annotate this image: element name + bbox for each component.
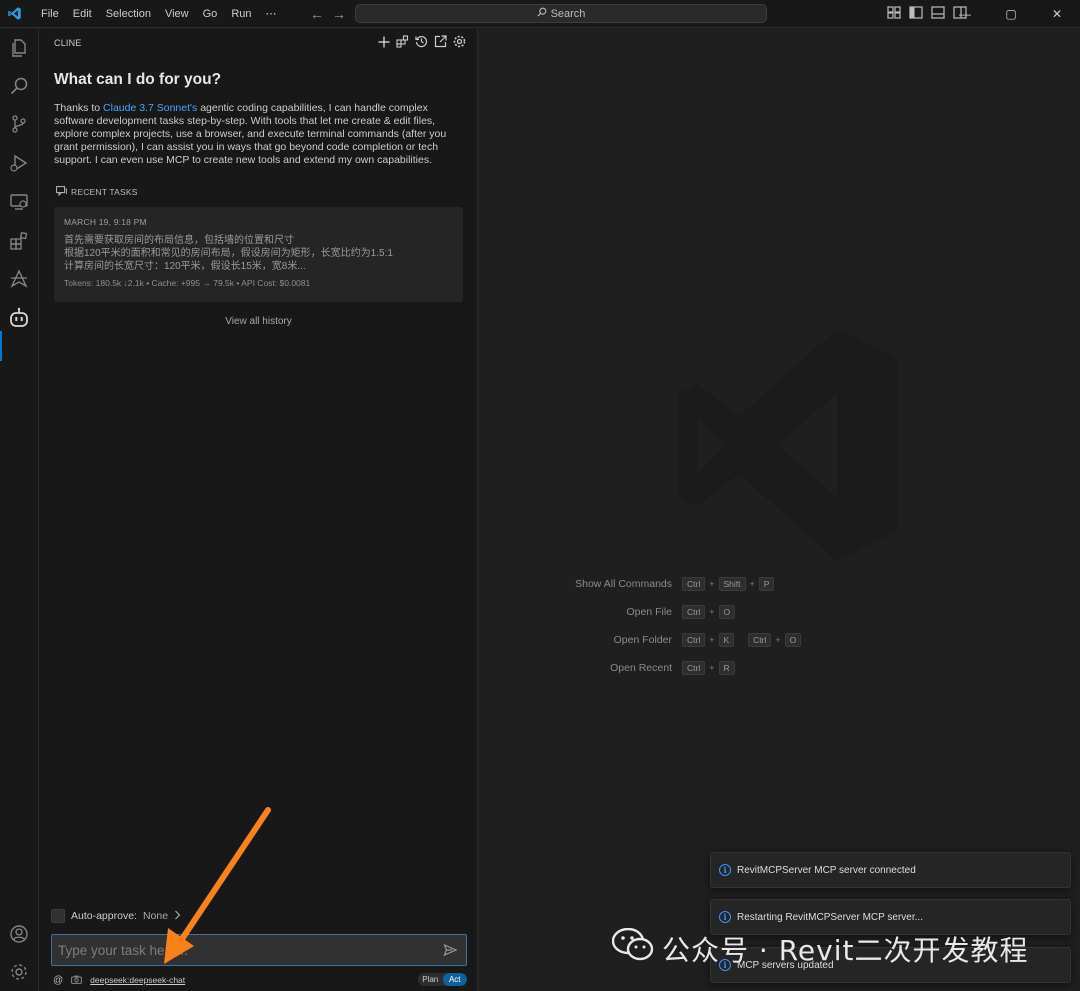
history-icon[interactable] [414, 34, 429, 49]
key-ctrl: Ctrl [748, 633, 772, 647]
input-options-row: @ deepseek:deepseek-chat [53, 973, 468, 987]
watermark-text: 公众号 · Revit二次开发教程 [662, 933, 1029, 967]
back-arrow-icon[interactable]: ← [310, 6, 324, 22]
vscode-logo-icon [0, 0, 28, 28]
shortcut-show-all-commands: Show All Commands Ctrl + Shift + P [532, 577, 775, 591]
open-in-editor-icon[interactable] [433, 34, 448, 49]
shortcut-label: Open File [626, 606, 672, 618]
active-indicator [0, 331, 2, 361]
activity-bar [0, 29, 39, 991]
settings-gear-icon[interactable] [452, 34, 467, 49]
auto-approve-label: Auto-approve: [71, 910, 137, 922]
annotation-arrow-icon [164, 807, 271, 964]
mention-at-icon[interactable]: @ [53, 975, 63, 986]
settings-gear-icon[interactable] [7, 960, 31, 984]
key-r: R [718, 661, 735, 675]
menu-view[interactable]: View [158, 0, 196, 28]
recent-tasks-heading: RECENT TASKS [56, 186, 138, 198]
info-icon: i [719, 864, 731, 876]
wechat-watermark: 公众号 · Revit二次开发教程 [611, 927, 1029, 969]
key-ctrl: Ctrl [682, 577, 706, 591]
menu-run[interactable]: Run [224, 0, 258, 28]
new-task-plus-icon[interactable] [376, 34, 391, 49]
task-date: MARCH 19, 9:18 PM [64, 217, 147, 227]
wechat-logo-icon [611, 927, 654, 969]
vscode-watermark-icon [669, 329, 897, 564]
title-bar: File Edit Selection View Go Run ⋯ ← → Se… [0, 0, 1080, 28]
camera-icon[interactable] [71, 975, 83, 986]
panel-toolbar [376, 34, 467, 49]
notification-toast[interactable]: i RevitMCPServer MCP server connected [710, 852, 1071, 888]
source-control-icon[interactable] [7, 112, 31, 136]
command-center-search[interactable]: Search [355, 4, 767, 23]
auto-approve-checkbox[interactable] [51, 909, 65, 923]
model-link[interactable]: Claude 3.7 Sonnet's [103, 102, 197, 114]
key-ctrl: Ctrl [682, 605, 706, 619]
extensions-icon[interactable] [7, 229, 31, 253]
notification-message: RevitMCPServer MCP server connected [737, 864, 916, 876]
menu-file[interactable]: File [34, 0, 66, 28]
shortcut-open-folder: Open Folder Ctrl + K Ctrl + O [532, 633, 802, 647]
remote-explorer-icon[interactable] [7, 190, 31, 214]
search-label: Search [550, 7, 586, 20]
menu-more[interactable]: ⋯ [259, 0, 284, 28]
menu-go[interactable]: Go [196, 0, 225, 28]
deploy-icon[interactable] [7, 267, 31, 291]
view-all-history-link[interactable]: View all history [39, 316, 478, 327]
shortcut-open-file: Open File Ctrl + O [532, 605, 736, 619]
close-button[interactable]: ✕ [1034, 0, 1080, 28]
editor-area: Show All Commands Ctrl + Shift + P Open Fi… [479, 29, 1080, 991]
act-mode-button[interactable]: Act [442, 973, 467, 986]
comments-icon [56, 186, 67, 198]
menu-bar: File Edit Selection View Go Run ⋯ [34, 0, 284, 28]
minimize-button[interactable]: — [942, 0, 988, 28]
toggle-primary-sidebar-icon[interactable] [909, 6, 923, 22]
customize-layout-icon[interactable] [887, 6, 901, 22]
shortcut-label: Open Folder [613, 634, 672, 646]
plan-mode-button[interactable]: Plan [418, 973, 443, 986]
menu-edit[interactable]: Edit [66, 0, 99, 28]
key-ctrl: Ctrl [682, 633, 706, 647]
model-selector[interactable]: deepseek:deepseek-chat [90, 975, 185, 985]
key-o: O [718, 605, 736, 619]
panel-title: CLINE [54, 38, 82, 48]
key-p: P [758, 577, 775, 591]
welcome-description: Thanks to Claude 3.7 Sonnet's agentic co… [54, 102, 454, 167]
navigation-arrows: ← → [310, 0, 346, 28]
recent-task-card[interactable]: MARCH 19, 9:18 PM 首先需要获取房间的布局信息，包括墙的位置和尺… [54, 207, 463, 302]
maximize-button[interactable]: ▢ [988, 0, 1034, 28]
search-icon[interactable] [7, 74, 31, 98]
welcome-title: What can I do for you? [54, 71, 222, 88]
task-description: 首先需要获取房间的布局信息，包括墙的位置和尺寸 根据120平米的面积和常见的房间… [64, 235, 393, 272]
account-icon[interactable] [7, 922, 31, 946]
send-icon[interactable] [443, 943, 459, 959]
shortcut-label: Open Recent [610, 662, 672, 674]
key-o: O [784, 633, 802, 647]
plan-act-toggle[interactable]: Plan Act [418, 973, 467, 986]
run-debug-icon[interactable] [7, 151, 31, 175]
files-icon[interactable] [7, 36, 31, 60]
key-shift: Shift [718, 577, 746, 591]
shortcut-label: Show All Commands [575, 578, 672, 590]
shortcut-open-recent: Open Recent Ctrl + R [532, 661, 735, 675]
task-usage-stats: Tokens: 180.5k ↓2.1k • Cache: +995 → 79.… [64, 278, 311, 288]
cline-robot-icon[interactable] [7, 306, 31, 330]
key-ctrl: Ctrl [682, 661, 706, 675]
key-k: K [718, 633, 735, 647]
menu-selection[interactable]: Selection [99, 0, 158, 28]
info-icon: i [719, 911, 731, 923]
search-icon [537, 7, 547, 20]
recent-tasks-label: RECENT TASKS [71, 187, 138, 197]
forward-arrow-icon[interactable]: → [332, 6, 346, 22]
window-controls: — ▢ ✕ [942, 0, 1080, 28]
intro-text: Thanks to [54, 102, 104, 114]
notification-message: Restarting RevitMCPServer MCP server... [737, 911, 923, 923]
mcp-servers-icon[interactable] [395, 34, 410, 49]
